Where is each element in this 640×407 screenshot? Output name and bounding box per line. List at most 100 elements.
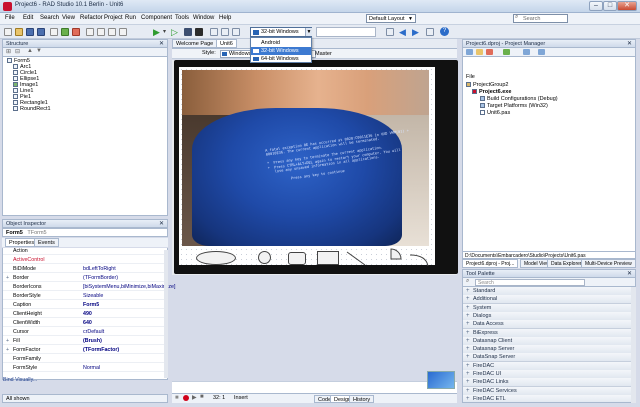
tab-welcome-page[interactable]: Welcome Page xyxy=(172,39,218,48)
down-arrow-icon[interactable]: ▼ xyxy=(36,48,42,54)
property-row[interactable]: Cursor crDefault xyxy=(3,329,165,336)
close-icon[interactable]: ✕ xyxy=(159,220,164,228)
tree-item-project6-exe[interactable]: Project6.exe xyxy=(472,89,511,96)
line1-shape[interactable] xyxy=(345,251,367,266)
chevron-down-icon[interactable]: ▼ xyxy=(408,16,413,22)
property-row[interactable]: FormFamily xyxy=(3,356,165,363)
property-value[interactable]: (TFormFactor) xyxy=(83,347,119,354)
property-row[interactable]: Border (TFormBorder) + xyxy=(3,275,165,282)
sync-icon[interactable] xyxy=(503,49,510,55)
property-value[interactable]: 490 xyxy=(83,311,92,318)
arc1-shape[interactable] xyxy=(408,253,430,267)
rectangle1-shape[interactable] xyxy=(317,251,339,265)
stop-macro-icon[interactable]: ■ xyxy=(200,394,204,400)
menu-window[interactable]: Window xyxy=(193,15,214,21)
tree-item-target-platforms[interactable]: Target Platforms (Win32) xyxy=(480,103,548,110)
run-icon[interactable]: ▶ xyxy=(153,27,160,37)
new-form-icon[interactable] xyxy=(119,28,127,36)
platform-dropdown-arrow-icon[interactable]: ▼ xyxy=(305,28,312,36)
property-value[interactable]: 640 xyxy=(83,320,92,327)
palette-category[interactable]: FireDAC ETL xyxy=(463,394,635,402)
property-row[interactable]: FormStyle Normal xyxy=(3,365,165,372)
pie1-shape[interactable] xyxy=(389,248,403,260)
property-row[interactable]: Action xyxy=(3,248,165,255)
maximize-button[interactable]: □ xyxy=(603,1,617,11)
collapse-icon[interactable]: ⊟ xyxy=(15,48,20,55)
activate-icon[interactable] xyxy=(466,49,473,55)
stop-icon[interactable] xyxy=(195,28,203,36)
expand-icon[interactable]: ⊞ xyxy=(6,48,11,55)
image1-photo[interactable]: A fatal exception 0E has occurred at 002… xyxy=(182,70,429,246)
record-macro-icon[interactable] xyxy=(183,395,189,401)
bind-visually-link[interactable]: Bind Visually... xyxy=(3,377,37,383)
menu-search[interactable]: Search xyxy=(40,15,59,21)
menu-edit[interactable]: Edit xyxy=(23,15,33,21)
tab-unit6[interactable]: Unit6 xyxy=(216,39,237,48)
palette-search-icon[interactable]: ⌕ xyxy=(466,278,469,285)
expand-icon[interactable]: + xyxy=(6,338,9,345)
forward-arrow-icon[interactable]: ▶ xyxy=(412,27,419,37)
property-value[interactable]: (Brush) xyxy=(83,338,102,345)
menu-view[interactable]: View xyxy=(62,15,75,21)
expand-all-icon[interactable] xyxy=(538,49,545,55)
step-over-icon[interactable] xyxy=(210,28,218,36)
tab-data-explorer[interactable]: Data Explorer xyxy=(547,259,586,268)
bookmark-icon[interactable] xyxy=(426,28,434,36)
help-icon[interactable]: ? xyxy=(440,27,449,36)
new-file-icon[interactable] xyxy=(4,28,12,36)
tree-item-roundrect1[interactable]: RoundRect1 xyxy=(13,106,51,113)
tree-item-unit6-pas[interactable]: Unit6.pas xyxy=(480,110,510,117)
property-row[interactable]: Fill (Brush) + xyxy=(3,338,165,345)
property-row[interactable]: BorderStyle Sizeable xyxy=(3,293,165,300)
tab-events[interactable]: Events xyxy=(34,238,59,247)
run-to-cursor-icon[interactable] xyxy=(232,28,240,36)
platform-option[interactable]: 32-bit Windows xyxy=(251,47,311,55)
add-file-icon[interactable] xyxy=(61,28,69,36)
property-value[interactable]: Normal xyxy=(83,365,100,372)
build-config-select[interactable] xyxy=(316,27,376,37)
play-macro-icon[interactable]: ▶ xyxy=(192,394,197,401)
property-row[interactable]: FormFactor (TFormFactor) + xyxy=(3,347,165,354)
property-row[interactable]: ClientHeight 490 xyxy=(3,311,165,318)
tree-item-build-configurations[interactable]: Build Configurations (Debug) xyxy=(480,96,558,103)
save-all-icon[interactable] xyxy=(37,28,45,36)
property-row[interactable]: ClientWidth 640 xyxy=(3,320,165,327)
property-row[interactable]: ActiveControl xyxy=(3,257,165,264)
property-value[interactable]: Sizeable xyxy=(83,293,103,300)
property-row[interactable]: BorderIcons [biSystemMenu,biMinimize,biMa… xyxy=(3,284,175,291)
toggle-form-icon[interactable] xyxy=(108,28,116,36)
close-icon[interactable]: ✕ xyxy=(159,40,164,48)
expand-icon[interactable]: + xyxy=(6,347,9,354)
property-value[interactable]: [biSystemMenu,biMinimize,biMaximize] xyxy=(83,284,175,291)
new-item-icon[interactable] xyxy=(476,49,483,55)
property-row[interactable]: BiDiMode bdLeftToRight xyxy=(3,266,165,273)
platform-option[interactable]: Android xyxy=(251,39,311,47)
view-unit-icon[interactable] xyxy=(86,28,94,36)
property-value[interactable]: Form5 xyxy=(83,302,99,309)
menu-tools[interactable]: Tools xyxy=(175,15,189,21)
property-value[interactable]: crDefault xyxy=(83,329,104,336)
remove-file-icon[interactable] xyxy=(72,28,80,36)
menu-component[interactable]: Component xyxy=(141,15,172,21)
trace-into-icon[interactable] xyxy=(221,28,229,36)
roundrect1-shape[interactable] xyxy=(288,252,306,265)
pause-icon[interactable] xyxy=(184,28,192,36)
close-button[interactable]: ✕ xyxy=(617,1,637,11)
remove-item-icon[interactable] xyxy=(486,49,493,55)
ellipse1-shape[interactable] xyxy=(196,251,236,265)
back-arrow-icon[interactable]: ◀ xyxy=(399,27,406,37)
tab-multi-device-preview[interactable]: Multi-Device Preview xyxy=(581,259,636,268)
circle1-shape[interactable] xyxy=(258,251,271,264)
tab-history[interactable]: History xyxy=(349,395,375,403)
view-options-icon[interactable] xyxy=(523,49,530,55)
object-selector[interactable]: Form5 TForm5 xyxy=(2,228,168,237)
save-icon[interactable] xyxy=(26,28,34,36)
multi-device-preview-thumbnail[interactable] xyxy=(427,371,455,389)
property-value[interactable]: bdLeftToRight xyxy=(83,266,116,273)
platform-option[interactable]: 64-bit Windows xyxy=(251,55,311,63)
open-project-icon[interactable] xyxy=(50,28,58,36)
menu-file[interactable]: File xyxy=(5,15,15,21)
menu-run[interactable]: Run xyxy=(125,15,136,21)
ide-search-input[interactable]: Search xyxy=(513,14,568,23)
target-platform-select[interactable]: 32-bit Windows xyxy=(250,27,312,37)
